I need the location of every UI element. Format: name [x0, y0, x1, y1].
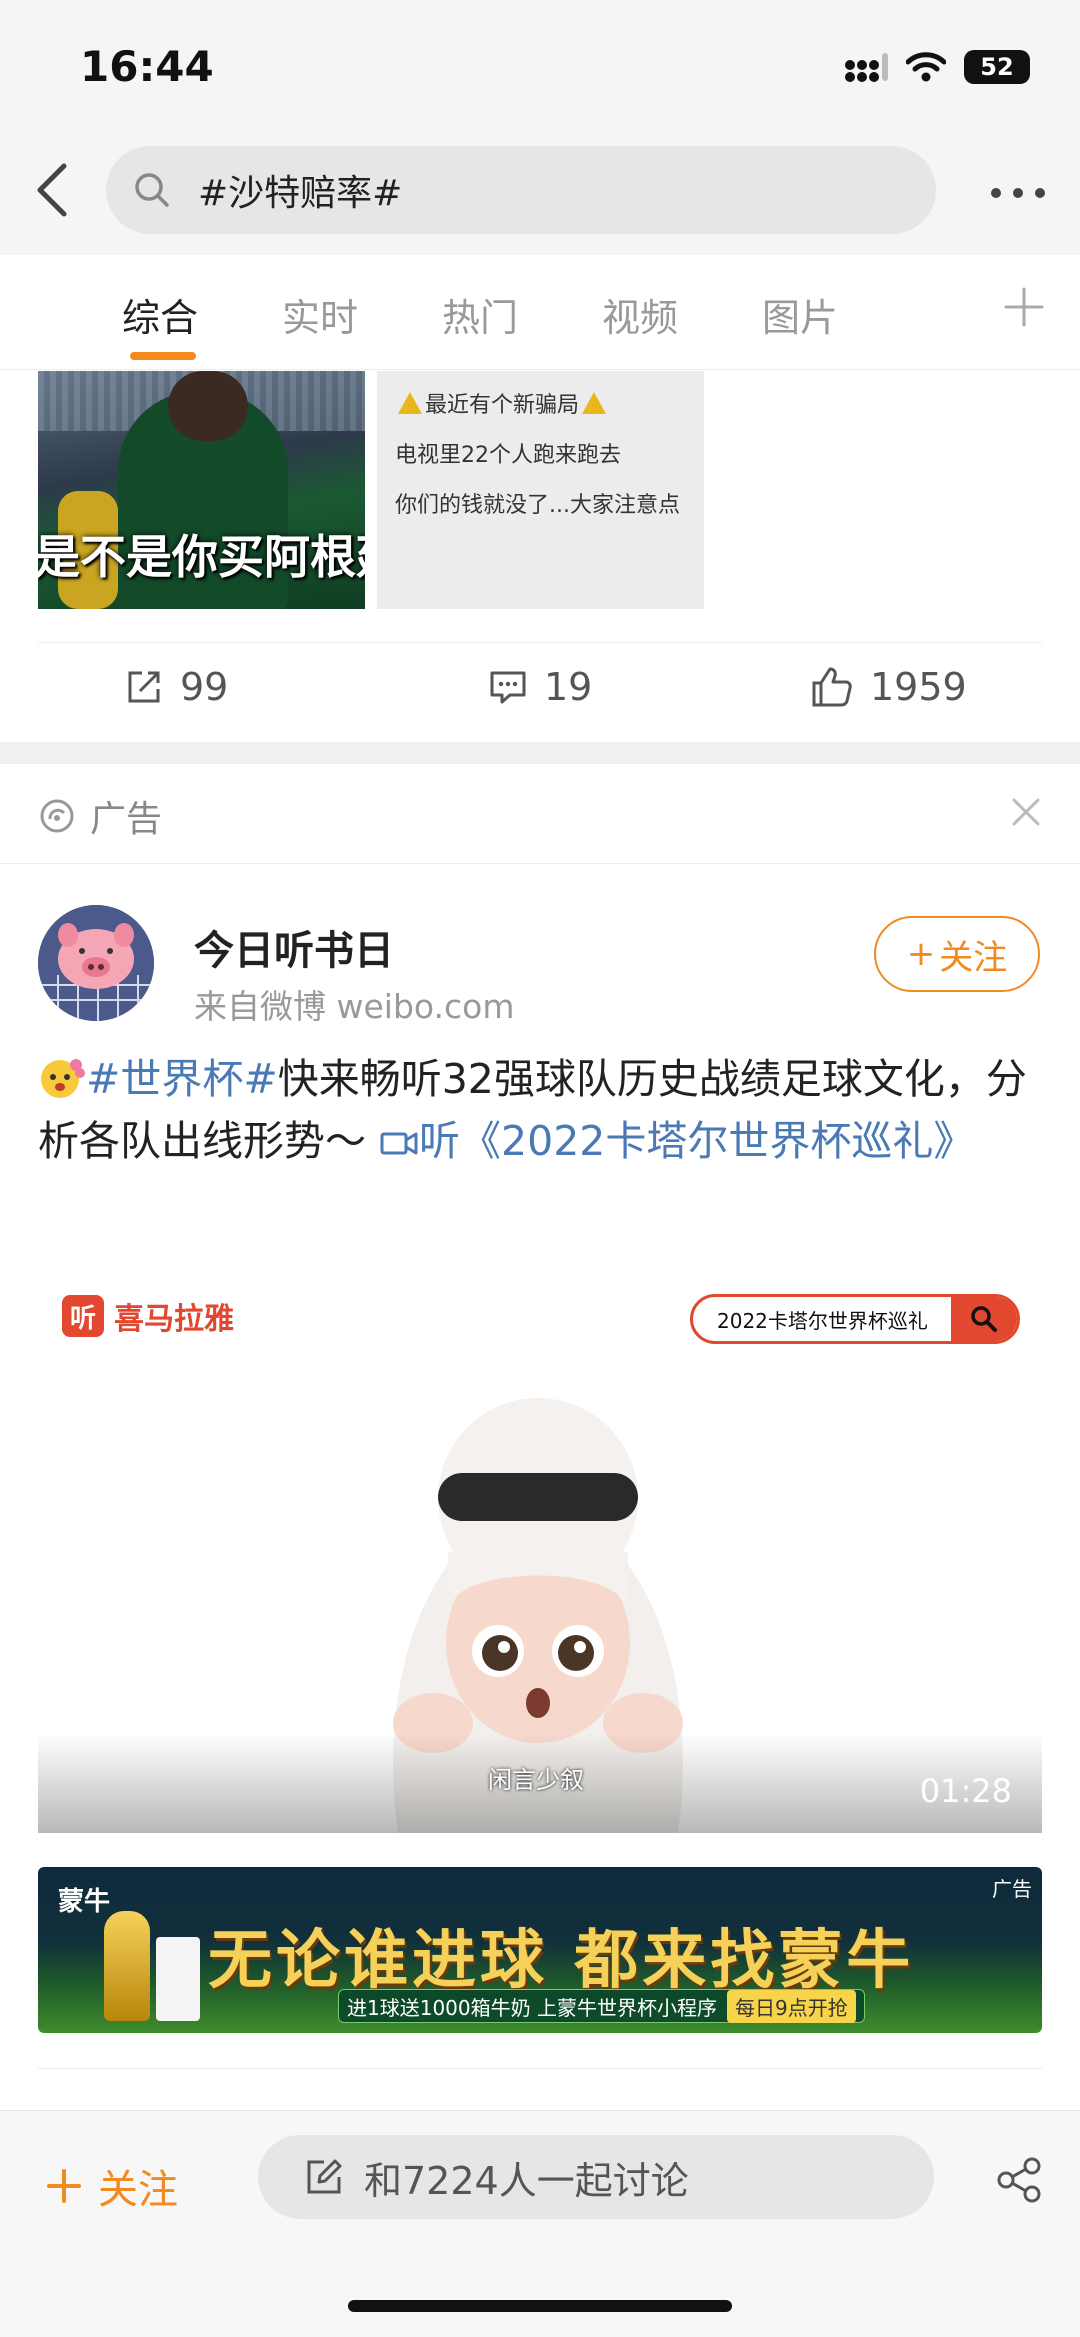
ad-header: 广告 — [38, 790, 162, 842]
edit-icon — [307, 2159, 342, 2194]
search-icon — [135, 173, 169, 207]
tab-video[interactable]: 视频 — [602, 287, 678, 342]
wifi-icon — [906, 52, 946, 82]
banner-ad-tag: 广告 — [992, 1877, 1032, 1901]
hashtag-link[interactable]: #世界杯# — [86, 1055, 278, 1103]
post-image-2[interactable]: 最近有个新骗局 电视里22个人跑来跑去 你们的钱就没了...大家注意点 — [377, 371, 704, 609]
add-tab-icon[interactable] — [1002, 285, 1046, 329]
divider — [0, 863, 1080, 864]
discuss-input[interactable]: 和7224人一起讨论 — [258, 2135, 934, 2219]
plus-icon: + — [906, 934, 936, 974]
back-button[interactable] — [28, 160, 78, 220]
more-icon[interactable] — [986, 168, 1050, 218]
avatar[interactable] — [38, 905, 154, 1021]
video-subtitle: 闲言少叙 — [488, 1766, 584, 1794]
divider — [38, 642, 1042, 643]
section-separator — [0, 742, 1080, 764]
comment-count: 19 — [544, 665, 593, 709]
ximalaya-logo-icon: 听 — [62, 1295, 104, 1337]
video-duration: 01:28 — [919, 1772, 1012, 1810]
banner-brand: 蒙牛 — [58, 1887, 111, 1917]
share-icon[interactable] — [994, 2155, 1044, 2205]
milk-carton-icon — [156, 1937, 200, 2021]
battery-icon: 52 — [964, 50, 1030, 84]
plus-icon — [47, 2169, 81, 2203]
banner-cta: 每日9点开抢 — [726, 1989, 856, 2023]
tab-realtime[interactable]: 实时 — [282, 287, 358, 342]
tab-hot[interactable]: 热门 — [442, 287, 518, 342]
emoji-icon — [41, 1059, 85, 1098]
active-tab-indicator — [130, 352, 196, 360]
post-text: #世界杯#快来畅听32强球队历史战绩足球文化，分析各队出线形势～ 听《2022卡… — [38, 1048, 1048, 1172]
tab-comprehensive[interactable]: 综合 — [122, 287, 198, 342]
warning-icon — [398, 392, 422, 414]
pig-avatar-icon — [38, 905, 154, 1021]
video-link-icon — [380, 1132, 418, 1155]
divider — [38, 2068, 1042, 2069]
status-time: 16:44 — [80, 42, 214, 91]
image-text-line: 电视里22个人跑来跑去 — [395, 443, 621, 468]
banner-ad[interactable]: 蒙牛 广告 无论谁进球 都来找蒙牛 进1球送1000箱牛奶 上蒙牛世界杯小程序 … — [38, 1867, 1042, 2033]
warning-icon — [582, 392, 607, 414]
like-count: 1959 — [870, 665, 967, 709]
search-query: #沙特赔率# — [198, 173, 403, 214]
video-link[interactable]: 听《2022卡塔尔世界杯巡礼》 — [419, 1117, 974, 1165]
video-player[interactable]: 听 喜马拉雅 2022卡塔尔世界杯巡礼 闲言少叙 01:28 — [38, 1270, 1042, 1833]
follow-button[interactable]: + 关注 — [874, 916, 1040, 992]
bottom-follow-button[interactable]: 关注 — [46, 2157, 178, 2215]
tab-bar: 综合 实时 热门 视频 图片 — [0, 255, 1080, 370]
repost-icon — [128, 671, 160, 703]
ad-label: 广告 — [90, 799, 163, 840]
image-text-line: 你们的钱就没了...大家注意点 — [395, 493, 680, 518]
search-icon — [951, 1297, 1017, 1341]
close-icon[interactable] — [1010, 796, 1042, 828]
video-brand: 听 喜马拉雅 — [62, 1294, 234, 1338]
repost-button[interactable]: 99 — [124, 665, 228, 709]
signal-icon — [845, 53, 888, 82]
comment-icon — [490, 671, 526, 704]
banner-subtext: 进1球送1000箱牛奶 上蒙牛世界杯小程序 每日9点开抢 — [338, 1989, 865, 2023]
image-text-line: 最近有个新骗局 — [395, 387, 686, 419]
comment-button[interactable]: 19 — [488, 665, 592, 709]
like-button[interactable]: 1959 — [810, 665, 967, 709]
post-source: 来自微博 weibo.com — [194, 987, 515, 1026]
status-icons: 52 — [844, 50, 1030, 84]
image-caption: 是不是你买阿根廷 — [38, 530, 365, 584]
home-indicator[interactable] — [348, 2300, 732, 2312]
thumbs-up-icon — [812, 667, 852, 707]
video-search-bar: 2022卡塔尔世界杯巡礼 — [690, 1294, 1020, 1344]
trophy-icon — [104, 1911, 150, 2021]
top-header: 16:44 52 #沙特赔率# — [0, 0, 1080, 255]
banner-headline: 无论谁进球 都来找蒙牛 — [208, 1923, 915, 1998]
post-image-1[interactable]: 是不是你买阿根廷 — [38, 371, 365, 609]
author-name[interactable]: 今日听书日 — [194, 918, 394, 976]
tab-images[interactable]: 图片 — [762, 287, 838, 342]
search-input[interactable]: #沙特赔率# — [106, 146, 936, 234]
ad-icon — [40, 799, 74, 833]
repost-count: 99 — [180, 665, 229, 709]
